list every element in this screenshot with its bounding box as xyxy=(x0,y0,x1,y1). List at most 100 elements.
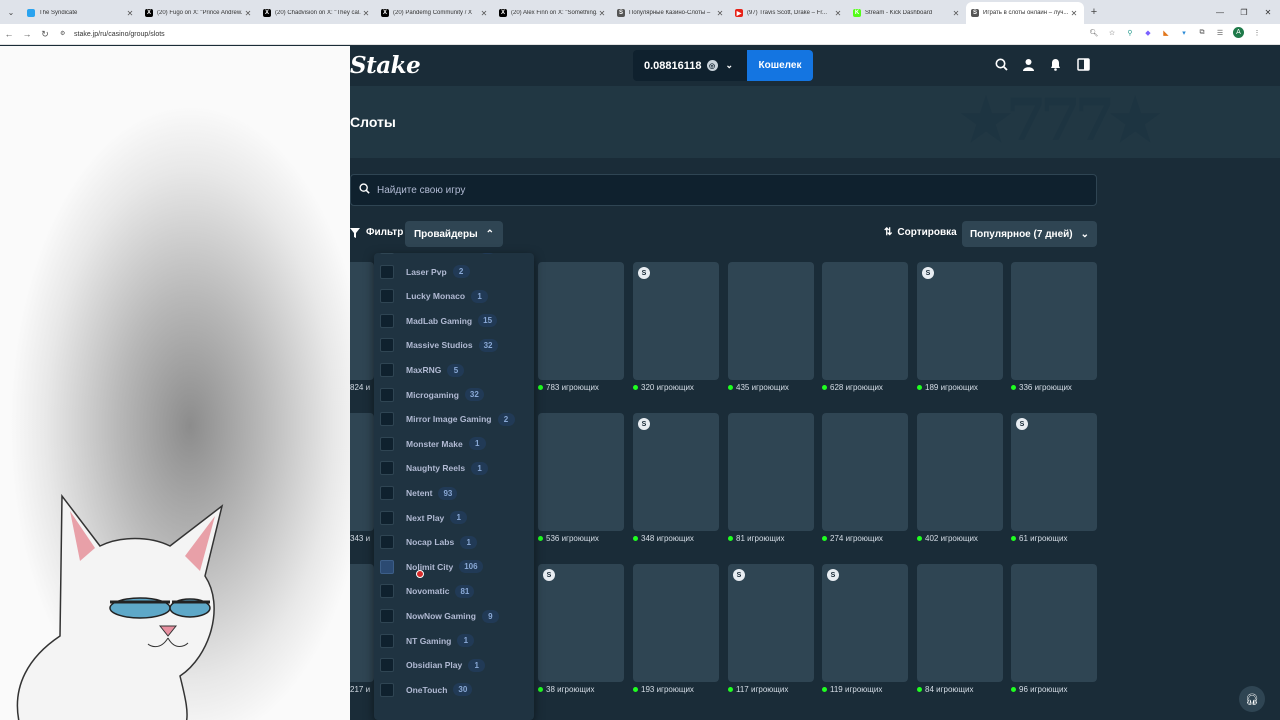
provider-checkbox[interactable] xyxy=(380,412,394,427)
extension-icon[interactable]: ⚲ xyxy=(1125,28,1135,38)
browser-tab[interactable]: X (20) Fugo on X: "Prince Andrew... ✕ xyxy=(140,2,258,24)
provider-option[interactable]: Lambda Gaming1 xyxy=(380,253,530,257)
sort-dropdown-button[interactable]: Популярное (7 дней) ⌄ xyxy=(962,221,1097,247)
tab-search-chevron-icon[interactable]: ⌄ xyxy=(0,0,22,24)
game-card[interactable] xyxy=(917,413,1003,531)
browser-tab[interactable]: S Играть в слоты онлайн – луч... ✕ xyxy=(966,2,1084,24)
minimize-icon[interactable]: — xyxy=(1208,0,1232,24)
extensions-puzzle-icon[interactable]: ⧉ xyxy=(1197,28,1207,38)
live-support-headset-icon[interactable]: 🎧︎ xyxy=(1239,686,1265,712)
provider-checkbox[interactable] xyxy=(380,584,394,599)
provider-option[interactable]: MaxRNG 5 xyxy=(380,360,530,380)
profile-avatar[interactable]: A xyxy=(1233,27,1244,38)
provider-checkbox[interactable] xyxy=(380,486,394,500)
reload-icon[interactable]: ↻ xyxy=(36,29,54,40)
provider-checkbox[interactable] xyxy=(380,461,394,476)
provider-checkbox[interactable] xyxy=(380,658,394,673)
notifications-bell-icon[interactable] xyxy=(1048,57,1062,71)
game-card[interactable] xyxy=(350,262,374,380)
provider-checkbox[interactable] xyxy=(380,338,394,353)
provider-option[interactable]: MadLab Gaming 15 xyxy=(380,311,530,331)
provider-checkbox[interactable] xyxy=(380,510,394,525)
game-card[interactable]: S xyxy=(917,262,1003,380)
extension-icon[interactable]: ▾ xyxy=(1179,28,1189,38)
provider-option[interactable]: Naughty Reels 1 xyxy=(380,458,530,478)
tab-close-icon[interactable]: ✕ xyxy=(715,9,725,18)
site-info-icon[interactable]: ⚙ xyxy=(60,30,68,38)
zoom-icon[interactable]: 🔍︎ xyxy=(1089,28,1099,38)
provider-option[interactable]: Next Play 1 xyxy=(380,508,530,528)
provider-option[interactable]: Netent 93 xyxy=(380,483,530,503)
browser-tab[interactable]: K Stream - Kick Dashboard ✕ xyxy=(848,2,966,24)
game-card[interactable] xyxy=(350,564,374,682)
balance-selector[interactable]: 0.08816118 ◎ ⌄ xyxy=(633,50,747,81)
browser-menu-icon[interactable]: ⋮ xyxy=(1252,28,1262,38)
tab-close-icon[interactable]: ✕ xyxy=(125,9,135,18)
tab-close-icon[interactable]: ✕ xyxy=(951,9,961,18)
browser-tab[interactable]: X (20) Alex Finn on X: "Something... ✕ xyxy=(494,2,612,24)
tab-close-icon[interactable]: ✕ xyxy=(597,9,607,18)
maximize-icon[interactable]: ❐ xyxy=(1232,0,1256,24)
user-icon[interactable] xyxy=(1021,57,1035,71)
provider-option[interactable]: Mirror Image Gaming 2 xyxy=(380,409,530,429)
browser-tab[interactable]: X (20) Chadvision on X: "They cal... ✕ xyxy=(258,2,376,24)
game-card[interactable]: S xyxy=(1011,413,1097,531)
provider-option[interactable]: NowNow Gaming 9 xyxy=(380,606,530,626)
provider-option[interactable]: OneTouch 30 xyxy=(380,680,530,700)
sidebar-toggle-icon[interactable] xyxy=(1076,57,1090,71)
game-search-input[interactable]: Найдите свою игру xyxy=(350,174,1097,206)
provider-checkbox[interactable] xyxy=(380,559,394,574)
provider-option[interactable]: Obsidian Play 1 xyxy=(380,655,530,675)
tab-close-icon[interactable]: ✕ xyxy=(1069,9,1079,18)
game-card[interactable] xyxy=(822,413,908,531)
bookmark-star-icon[interactable]: ☆ xyxy=(1107,28,1117,38)
game-card[interactable]: S xyxy=(538,564,624,682)
url-field[interactable]: ⚙ stake.jp/ru/casino/group/slots xyxy=(60,30,165,38)
providers-dropdown-button[interactable]: Провайдеры ⌃ xyxy=(405,221,503,247)
game-card[interactable] xyxy=(728,262,814,380)
stake-logo[interactable]: Stake xyxy=(350,52,421,79)
browser-tab[interactable]: X (20) Pandemg Community / X ✕ xyxy=(376,2,494,24)
provider-option[interactable]: NT Gaming 1 xyxy=(380,631,530,651)
provider-checkbox[interactable] xyxy=(380,436,394,451)
provider-checkbox[interactable] xyxy=(380,264,394,279)
provider-checkbox[interactable] xyxy=(380,387,394,402)
game-card[interactable] xyxy=(1011,564,1097,682)
reading-list-icon[interactable]: ☰ xyxy=(1215,28,1225,38)
game-card[interactable]: S xyxy=(633,413,719,531)
game-card[interactable] xyxy=(538,413,624,531)
provider-option[interactable]: Lucky Monaco 1 xyxy=(380,286,530,306)
filter-label[interactable]: Фильтр xyxy=(350,227,403,238)
tab-close-icon[interactable]: ✕ xyxy=(243,9,253,18)
game-card[interactable] xyxy=(728,413,814,531)
game-card[interactable]: S xyxy=(728,564,814,682)
forward-icon[interactable]: → xyxy=(18,29,36,39)
provider-option[interactable]: Massive Studios 32 xyxy=(380,335,530,355)
close-window-icon[interactable]: ✕ xyxy=(1256,0,1280,24)
game-card[interactable]: S xyxy=(633,262,719,380)
game-card[interactable] xyxy=(917,564,1003,682)
game-card[interactable] xyxy=(538,262,624,380)
extension-icon[interactable]: ◆ xyxy=(1143,28,1153,38)
provider-option[interactable]: Nolimit City 106 xyxy=(380,557,530,577)
game-card[interactable] xyxy=(1011,262,1097,380)
tab-close-icon[interactable]: ✕ xyxy=(479,9,489,18)
provider-checkbox[interactable] xyxy=(380,363,394,377)
provider-checkbox[interactable] xyxy=(380,313,394,328)
provider-checkbox[interactable] xyxy=(380,633,394,648)
provider-checkbox[interactable] xyxy=(380,253,394,254)
back-icon[interactable]: ← xyxy=(0,29,18,39)
provider-option[interactable]: Monster Make 1 xyxy=(380,434,530,454)
provider-checkbox[interactable] xyxy=(380,682,394,697)
provider-option[interactable]: Microgaming 32 xyxy=(380,385,530,405)
provider-option[interactable]: Nocap Labs 1 xyxy=(380,532,530,552)
provider-option[interactable]: Novomatic 81 xyxy=(380,581,530,601)
browser-tab[interactable]: ▶ (97) Travis Scott, Drake – Fr... ✕ xyxy=(730,2,848,24)
search-icon[interactable] xyxy=(994,57,1008,71)
provider-checkbox[interactable] xyxy=(380,609,394,623)
tab-close-icon[interactable]: ✕ xyxy=(361,9,371,18)
browser-tab[interactable]: S Популярные Казино-Слоты – ✕ xyxy=(612,2,730,24)
game-card[interactable]: S xyxy=(350,413,374,531)
browser-tab[interactable]: The Syndicate ✕ xyxy=(22,2,140,24)
wallet-button[interactable]: Кошелек xyxy=(747,50,813,81)
